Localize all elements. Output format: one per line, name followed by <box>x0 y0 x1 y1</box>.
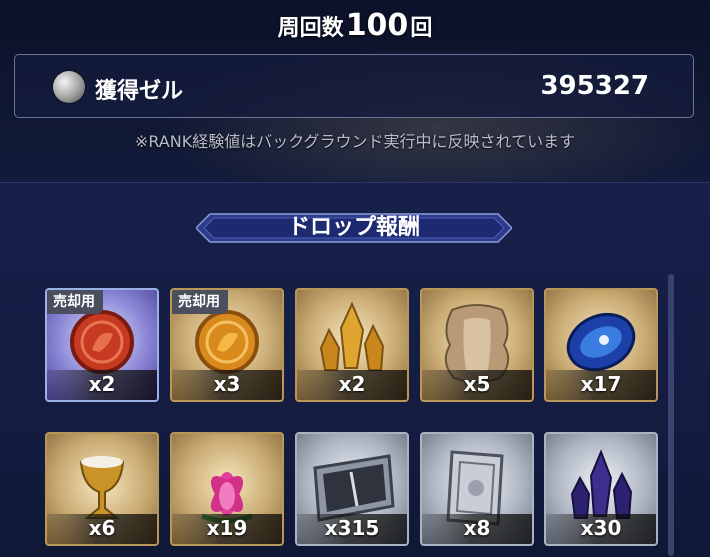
zell-earned-panel: 獲得ゼル 395327 <box>14 54 694 118</box>
zell-earned-value: 395327 <box>540 71 649 101</box>
rank-exp-notice: ※RANK経験値はバックグラウンド実行中に反映されています <box>134 132 576 151</box>
run-count-suffix: 回 <box>410 16 433 41</box>
drop-rewards-title: ドロップ報酬 <box>287 215 420 240</box>
run-count-prefix: 周回数 <box>277 16 344 41</box>
zell-earned-label: 獲得ゼル <box>95 79 184 104</box>
reward-item-golden-chalice[interactable]: x6 <box>45 432 159 546</box>
reward-item-amber-crystal[interactable]: x2 <box>295 288 409 402</box>
item-quantity: x8 <box>463 516 491 540</box>
reward-item-pink-lotus[interactable]: x19 <box>170 432 284 546</box>
item-quantity: x2 <box>338 372 366 396</box>
sell-only-tag: 売却用 <box>47 290 103 314</box>
item-quantity: x30 <box>580 516 622 540</box>
item-quantity: x3 <box>213 372 241 396</box>
item-quantity: x2 <box>88 372 116 396</box>
run-count-value: 100 <box>345 8 409 43</box>
item-quantity: x19 <box>206 516 248 540</box>
item-quantity: x17 <box>580 372 622 396</box>
sell-only-tag: 売却用 <box>172 290 228 314</box>
reward-item-red-coin[interactable]: 売却用 x2 <box>45 288 159 402</box>
reward-item-silver-tome[interactable]: x8 <box>420 432 534 546</box>
zell-coin-icon <box>53 71 85 103</box>
reward-item-gold-coin[interactable]: 売却用 x3 <box>170 288 284 402</box>
rewards-scrollbar[interactable] <box>668 274 674 556</box>
reward-item-silver-ticket[interactable]: x315 <box>295 432 409 546</box>
reward-item-beast-hide[interactable]: x5 <box>420 288 534 402</box>
item-quantity: x6 <box>88 516 116 540</box>
drop-rewards-header: ドロップ報酬 <box>196 208 512 248</box>
reward-item-dark-crystal[interactable]: x30 <box>544 432 658 546</box>
reward-item-blue-gem[interactable]: x17 <box>544 288 658 402</box>
item-quantity: x5 <box>463 372 491 396</box>
item-quantity: x315 <box>324 516 380 540</box>
run-count: 周回数 100 回 <box>0 0 710 46</box>
